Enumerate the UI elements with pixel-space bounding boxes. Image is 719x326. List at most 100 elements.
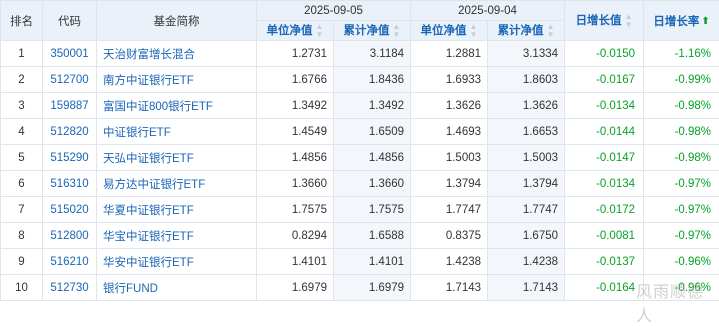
fund-code-link[interactable]: 515290 [43,145,97,171]
fund-code-link[interactable]: 516210 [43,249,97,275]
fund-ranking-table: 排名 代码 基金简称 2025-09-05 2025-09-04 日增长值▲▼ … [0,0,719,301]
sort-icon[interactable]: ▲▼ [625,13,633,29]
table-row: 6516310易方达中证银行ETF1.36601.36601.37941.379… [1,171,719,197]
unit-nav-cell: 1.2731 [257,41,334,67]
fund-name-link[interactable]: 银行FUND [97,275,257,301]
table-row: 3159887富国中证800银行ETF1.34921.34921.36261.3… [1,93,719,119]
fund-code-link[interactable]: 512820 [43,119,97,145]
table-row: 1350001天治财富增长混合1.27313.11841.28813.1334-… [1,41,719,67]
fund-name-link[interactable]: 华安中证银行ETF [97,249,257,275]
fund-code-link[interactable]: 159887 [43,93,97,119]
daily-change-rate-cell: -0.97% [644,223,719,249]
daily-change-value-label: 日增长值 [576,15,622,27]
rank-cell: 2 [1,67,43,93]
unit-nav-cell: 1.4238 [411,249,488,275]
unit-nav-cell: 1.2881 [411,41,488,67]
daily-change-rate-label: 日增长率 [653,16,699,28]
sort-icon[interactable]: ▲▼ [547,23,555,39]
daily-change-rate-header[interactable]: 日增长率⬆ [644,1,719,41]
daily-change-rate-cell: -0.98% [644,93,719,119]
daily-change-rate-cell: -0.99% [644,67,719,93]
daily-change-value-cell: -0.0172 [565,197,644,223]
table-row: 4512820中证银行ETF1.45491.65091.46931.6653-0… [1,119,719,145]
rank-header: 排名 [1,1,43,41]
unit-nav-cell: 1.4693 [411,119,488,145]
acc-nav-cell: 1.6750 [488,223,565,249]
fund-code-link[interactable]: 515020 [43,197,97,223]
acc-nav-header-2[interactable]: 累计净值▲▼ [488,21,565,41]
unit-nav-cell: 1.5003 [411,145,488,171]
daily-change-value-cell: -0.0147 [565,145,644,171]
daily-change-rate-cell: -1.16% [644,41,719,67]
fund-name-link[interactable]: 华宝中证银行ETF [97,223,257,249]
sort-icon[interactable]: ▲▼ [470,23,478,39]
acc-nav-cell: 1.5003 [488,145,565,171]
fund-code-link[interactable]: 512700 [43,67,97,93]
daily-change-value-cell: -0.0134 [565,93,644,119]
fund-name-link[interactable]: 南方中证银行ETF [97,67,257,93]
unit-nav-cell: 1.4549 [257,119,334,145]
acc-nav-cell: 1.3794 [488,171,565,197]
fund-name-link[interactable]: 天治财富增长混合 [97,41,257,67]
rank-cell: 9 [1,249,43,275]
sort-icon[interactable]: ▲▼ [393,23,401,39]
daily-change-value-cell: -0.0134 [565,171,644,197]
acc-nav-cell: 1.6588 [334,223,411,249]
table-row: 10512730银行FUND1.69791.69791.71431.7143-0… [1,275,719,301]
unit-nav-cell: 1.3794 [411,171,488,197]
acc-nav-cell: 3.1184 [334,41,411,67]
fund-name-link[interactable]: 易方达中证银行ETF [97,171,257,197]
acc-nav-cell: 1.8436 [334,67,411,93]
unit-nav-cell: 0.8294 [257,223,334,249]
rank-cell: 1 [1,41,43,67]
acc-nav-cell: 1.6979 [334,275,411,301]
daily-change-value-cell: -0.0137 [565,249,644,275]
acc-nav-cell: 1.3626 [488,93,565,119]
name-header: 基金简称 [97,1,257,41]
daily-change-value-cell: -0.0081 [565,223,644,249]
acc-nav-cell: 1.6509 [334,119,411,145]
unit-nav-label: 单位净值 [267,25,313,37]
daily-change-rate-cell: -0.98% [644,145,719,171]
code-header: 代码 [43,1,97,41]
unit-nav-cell: 1.3626 [411,93,488,119]
unit-nav-cell: 1.6979 [257,275,334,301]
acc-nav-header-1[interactable]: 累计净值▲▼ [334,21,411,41]
unit-nav-cell: 1.6933 [411,67,488,93]
fund-name-link[interactable]: 天弘中证银行ETF [97,145,257,171]
daily-change-rate-cell: -0.98% [644,119,719,145]
table-row: 9516210华安中证银行ETF1.41011.41011.42381.4238… [1,249,719,275]
table-row: 8512800华宝中证银行ETF0.82941.65880.83751.6750… [1,223,719,249]
fund-code-link[interactable]: 512730 [43,275,97,301]
unit-nav-cell: 1.7747 [411,197,488,223]
acc-nav-cell: 1.7747 [488,197,565,223]
acc-nav-label: 累计净值 [498,25,544,37]
rank-cell: 3 [1,93,43,119]
acc-nav-cell: 1.3492 [334,93,411,119]
unit-nav-cell: 1.4101 [257,249,334,275]
daily-change-value-cell: -0.0164 [565,275,644,301]
unit-nav-header-2[interactable]: 单位净值▲▼ [411,21,488,41]
sort-icon[interactable]: ▲▼ [316,23,324,39]
daily-change-rate-cell: -0.96% [644,249,719,275]
fund-code-link[interactable]: 512800 [43,223,97,249]
acc-nav-cell: 1.4238 [488,249,565,275]
rank-cell: 5 [1,145,43,171]
fund-code-link[interactable]: 350001 [43,41,97,67]
unit-nav-header-1[interactable]: 单位净值▲▼ [257,21,334,41]
daily-change-rate-cell: -0.96% [644,275,719,301]
fund-name-link[interactable]: 富国中证800银行ETF [97,93,257,119]
unit-nav-label: 单位净值 [421,25,467,37]
acc-nav-cell: 1.4101 [334,249,411,275]
table-row: 7515020华夏中证银行ETF1.75751.75751.77471.7747… [1,197,719,223]
fund-name-link[interactable]: 华夏中证银行ETF [97,197,257,223]
unit-nav-cell: 1.6766 [257,67,334,93]
daily-change-value-header[interactable]: 日增长值▲▼ [565,1,644,41]
acc-nav-cell: 1.8603 [488,67,565,93]
sort-up-icon[interactable]: ⬆ [701,16,709,27]
table-row: 2512700南方中证银行ETF1.67661.84361.69331.8603… [1,67,719,93]
rank-cell: 4 [1,119,43,145]
fund-code-link[interactable]: 516310 [43,171,97,197]
fund-name-link[interactable]: 中证银行ETF [97,119,257,145]
daily-change-rate-cell: -0.97% [644,197,719,223]
